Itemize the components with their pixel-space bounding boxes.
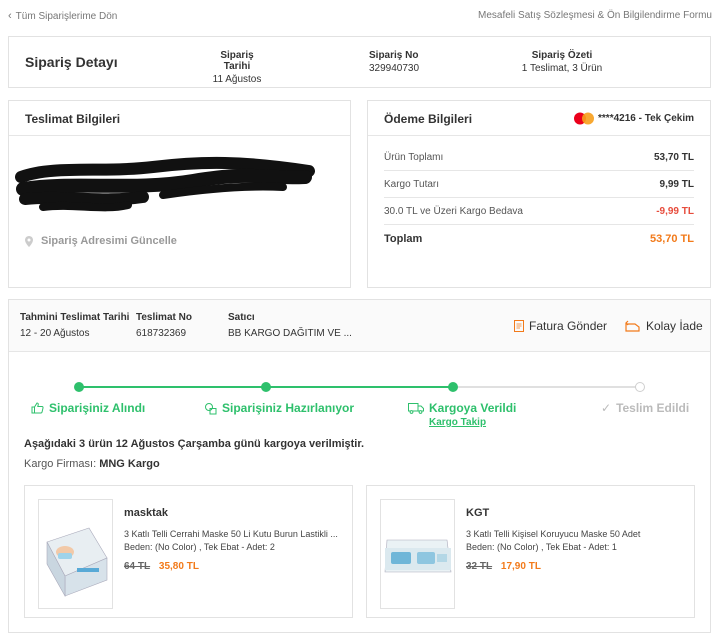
product-price: 64 TL 35,80 TL (124, 561, 199, 572)
easy-return-label: Kolay İade (646, 319, 703, 333)
step-delivered: ✓ Teslim Edildi (601, 401, 689, 415)
product-seller[interactable]: KGT (466, 507, 489, 519)
step-dot-4 (635, 382, 645, 392)
product-variant: Beden: (No Color) , Tek Ebat - Adet: 2 (124, 542, 275, 552)
product-current-price: 17,90 TL (500, 561, 541, 572)
order-number-label: Sipariş No (369, 50, 419, 61)
total-label: Toplam (384, 233, 423, 245)
shipment-message: Aşağıdaki 3 ürün 12 Ağustos Çarşamba gün… (24, 438, 365, 450)
order-summary-value: 1 Teslimat, 3 Ürün (521, 63, 603, 74)
shipping-value: 9,99 TL (659, 179, 694, 190)
invoice-button-label: Fatura Gönder (529, 319, 608, 333)
preparing-icon (205, 402, 217, 414)
seller: Satıcı BB KARGO DAĞITIM VE ... (228, 312, 352, 339)
step-dot-2 (261, 382, 271, 392)
location-pin-icon (25, 235, 33, 247)
payment-row-total: Toplam 53,70 TL (384, 233, 694, 245)
order-summary: Sipariş Özeti 1 Teslimat, 3 Ürün (507, 50, 617, 74)
product-name[interactable]: 3 Katlı Telli Kişisel Koruyucu Maske 50 … (466, 529, 640, 539)
return-icon (625, 320, 640, 332)
delivery-info-title: Teslimat Bilgileri (25, 112, 121, 126)
product-old-price: 32 TL (466, 561, 493, 572)
step-delivered-label: Teslim Edildi (616, 401, 690, 415)
step-dot-1 (74, 382, 84, 392)
card-info: ****4216 - Tek Çekim (573, 112, 694, 125)
thumbs-up-icon (31, 402, 44, 414)
mask-box-image (39, 500, 112, 608)
free-shipping-value: -9,99 TL (656, 206, 694, 217)
shipping-label: Kargo Tutarı (384, 179, 440, 190)
product-current-price: 35,80 TL (158, 561, 199, 572)
free-shipping-label: 30.0 TL ve Üzeri Kargo Bedava (384, 206, 523, 217)
redacted-address (15, 156, 315, 212)
step-order-received: Siparişiniz Alındı (31, 401, 145, 415)
product-price: 32 TL 17,90 TL (466, 561, 541, 572)
step-preparing: Siparişiniz Hazırlanıyor (204, 401, 354, 415)
product-old-price: 64 TL (124, 561, 151, 572)
contract-link[interactable]: Mesafeli Satış Sözleşmesi & Ön Bilgilend… (478, 10, 712, 21)
product-image[interactable] (38, 499, 113, 609)
order-number: Sipariş No 329940730 (369, 50, 419, 74)
progress-track (74, 382, 645, 392)
step-order-received-label: Siparişiniz Alındı (49, 401, 146, 415)
total-value: 53,70 TL (649, 233, 694, 245)
back-link-label: Tüm Siparişlerime Dön (15, 10, 118, 22)
shipment-number: Teslimat No 618732369 (136, 312, 192, 339)
order-number-value: 329940730 (369, 63, 420, 74)
tracking-link[interactable]: Kargo Takip (429, 417, 486, 428)
product-seller[interactable]: masktak (124, 507, 168, 519)
subtotal-label: Ürün Toplamı (384, 152, 444, 163)
product-variant: Beden: (No Color) , Tek Ebat - Adet: 1 (466, 542, 617, 552)
shipment-number-label: Teslimat No (136, 312, 192, 323)
order-date-label: Sipariş Tarihi (220, 50, 254, 72)
invoice-button[interactable]: Fatura Gönder (514, 319, 607, 333)
step-shipped: Kargoya Verildi (408, 401, 516, 415)
eta-value: 12 - 20 Ağustos (20, 328, 90, 339)
subtotal-value: 53,70 TL (653, 152, 694, 163)
update-address-link[interactable]: Sipariş Adresimi Güncelle (25, 235, 177, 247)
product-card[interactable]: KGT 3 Katlı Telli Kişisel Koruyucu Maske… (366, 485, 695, 618)
order-summary-label: Sipariş Özeti (531, 50, 593, 61)
mastercard-icon (574, 112, 595, 125)
payment-row-subtotal: Ürün Toplamı 53,70 TL (384, 152, 694, 163)
step-shipped-label: Kargoya Verildi (429, 401, 517, 415)
product-card[interactable]: masktak 3 Katlı Telli Cerrahi Maske 50 L… (24, 485, 353, 618)
payment-info-title: Ödeme Bilgileri (384, 112, 473, 126)
mask-box-image (381, 500, 454, 608)
page-title: Sipariş Detayı (25, 54, 118, 70)
eta-label: Tahmini Teslimat Tarihi (20, 312, 130, 323)
carrier-label: Kargo Firması: (24, 458, 97, 470)
order-date: Sipariş Tarihi 11 Ağustos (207, 50, 267, 85)
eta: Tahmini Teslimat Tarihi 12 - 20 Ağustos (20, 312, 129, 339)
carrier-info: Kargo Firması: MNG Kargo (24, 458, 160, 470)
seller-value: BB KARGO DAĞITIM VE ... (228, 328, 352, 339)
chevron-left-icon: ‹ (8, 10, 12, 22)
back-link[interactable]: ‹ Tüm Siparişlerime Dön (8, 10, 117, 22)
product-name[interactable]: 3 Katlı Telli Cerrahi Maske 50 Li Kutu B… (124, 529, 338, 539)
card-text: ****4216 - Tek Çekim (598, 113, 694, 124)
invoice-icon (514, 320, 524, 332)
delivery-info-card: Teslimat Bilgileri Sipariş Adresimi Günc… (8, 100, 351, 288)
order-date-value: 11 Ağustos (212, 74, 262, 85)
order-header-card: Sipariş Detayı Sipariş Tarihi 11 Ağustos… (8, 36, 711, 88)
payment-row-free-shipping: 30.0 TL ve Üzeri Kargo Bedava -9,99 TL (384, 206, 694, 217)
checkmark-icon: ✓ (601, 401, 612, 415)
carrier-value: MNG Kargo (99, 458, 160, 470)
update-address-label: Sipariş Adresimi Güncelle (41, 235, 177, 247)
product-image[interactable] (380, 499, 455, 609)
truck-icon (408, 402, 424, 414)
seller-label: Satıcı (228, 312, 255, 323)
easy-return-button[interactable]: Kolay İade (625, 319, 703, 333)
payment-row-shipping: Kargo Tutarı 9,99 TL (384, 179, 694, 190)
shipment-number-value: 618732369 (136, 328, 187, 339)
payment-info-card: Ödeme Bilgileri ****4216 - Tek Çekim Ürü… (367, 100, 711, 288)
shipment-card: Tahmini Teslimat Tarihi 12 - 20 Ağustos … (8, 299, 711, 633)
step-dot-3 (448, 382, 458, 392)
step-preparing-label: Siparişiniz Hazırlanıyor (222, 401, 355, 415)
